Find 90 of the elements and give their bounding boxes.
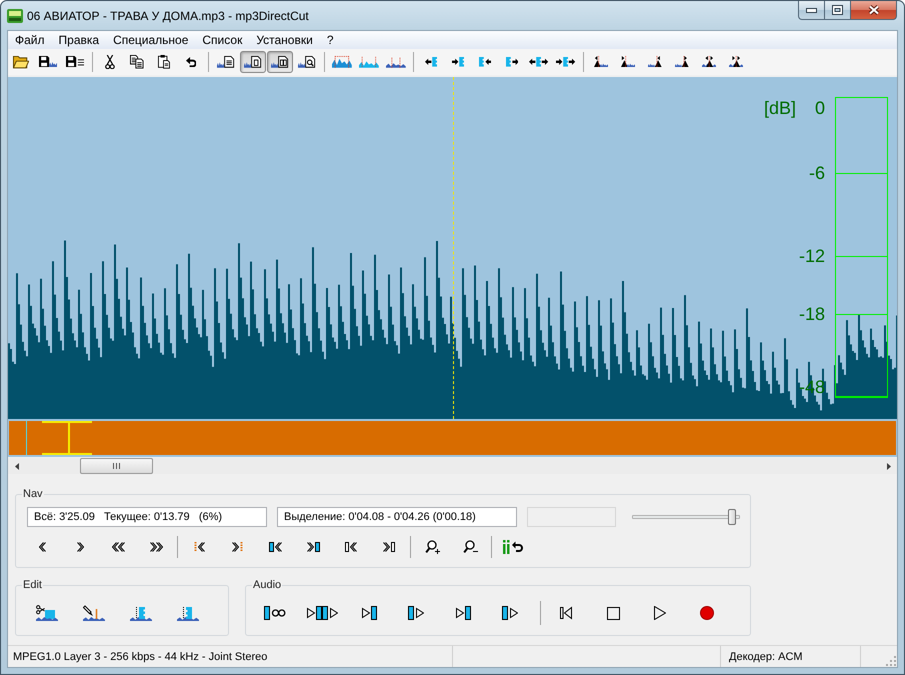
- wave-document-icon[interactable]: [244, 56, 262, 68]
- bar-play-icon[interactable]: [502, 606, 518, 620]
- slider-thumb[interactable]: [728, 509, 736, 525]
- menu-item[interactable]: Установки: [249, 31, 320, 49]
- scrollbar-thumb[interactable]: [80, 458, 153, 474]
- mountain-marker-icon[interactable]: [674, 56, 690, 68]
- bar-arrow-icon[interactable]: [506, 57, 518, 67]
- selection-display: Выделение: 0'04.08 - 0'04.26 (0'00.18): [277, 507, 517, 527]
- chevron-bracket-right-icon[interactable]: [383, 542, 395, 552]
- chevron-marker-right-icon[interactable]: [232, 542, 242, 552]
- double-chevron-right-icon[interactable]: [150, 542, 162, 552]
- mountain-marker-icon[interactable]: [594, 56, 608, 68]
- marker-chevron-left-icon[interactable]: [194, 542, 204, 552]
- wave-document-button[interactable]: [240, 51, 266, 73]
- arrow-bar-icon[interactable]: [452, 57, 464, 67]
- chevron-left-icon[interactable]: [38, 542, 46, 552]
- pencil-wave-icon[interactable]: [83, 605, 105, 621]
- zoom-out-icon[interactable]: [462, 540, 478, 554]
- horizontal-scrollbar[interactable]: [8, 458, 897, 474]
- menu-item[interactable]: Файл: [8, 31, 52, 49]
- mountain-marker-icon[interactable]: [728, 56, 744, 68]
- bar-wave-icon[interactable]: [130, 605, 152, 621]
- nav-panel-title: Nav: [22, 487, 44, 501]
- maximize-icon[interactable]: [832, 5, 843, 15]
- double-chevron-left-icon[interactable]: [112, 542, 124, 552]
- zoom-slider-track[interactable]: [632, 509, 740, 525]
- bars-undo-icon[interactable]: [503, 540, 523, 554]
- menu-item[interactable]: Специальное: [106, 31, 196, 49]
- wave-document-button[interactable]: [267, 51, 293, 73]
- play-bar-icon[interactable]: [456, 606, 470, 620]
- scroll-left-icon[interactable]: [14, 462, 18, 470]
- selection-marker: [26, 421, 27, 455]
- scroll-right-icon[interactable]: [886, 462, 890, 470]
- status-format-text: MPEG1.0 Layer 3 - 256 kbps - 44 kHz - Joint Stereo: [13, 650, 268, 662]
- copy-icon[interactable]: [130, 55, 144, 69]
- mountain-marker-icon[interactable]: [702, 56, 716, 68]
- menu-item[interactable]: Правка: [52, 31, 106, 49]
- play-icon[interactable]: [654, 606, 666, 620]
- minimize-button[interactable]: [798, 1, 824, 20]
- window-title: 06 АВИАТОР - ТРАВА У ДОМА.mp3 - mp3DirectCut: [27, 9, 309, 23]
- chevron-right-icon[interactable]: [76, 542, 84, 552]
- close-button[interactable]: [851, 1, 897, 20]
- floppy-list-icon[interactable]: [66, 56, 84, 68]
- mountain-marker-icon[interactable]: [620, 56, 636, 68]
- bar-loop-icon[interactable]: [264, 606, 286, 620]
- menu-item[interactable]: ?: [320, 31, 340, 49]
- floppy-wave-icon[interactable]: [38, 56, 58, 68]
- waveform-markers-icon[interactable]: [332, 56, 352, 68]
- meter-unit-label: [dB]: [764, 98, 796, 118]
- edit-panel-title: Edit: [22, 578, 43, 592]
- wave-document-search-icon[interactable]: [298, 56, 316, 68]
- bar-arrow-icon[interactable]: [478, 57, 492, 67]
- meter-scale-label: -18: [798, 304, 825, 324]
- menu-item[interactable]: Список: [195, 31, 250, 49]
- close-icon[interactable]: [866, 4, 880, 16]
- minimize-icon[interactable]: [806, 8, 817, 12]
- stop-icon[interactable]: [606, 606, 620, 620]
- meter-scale-label: -6: [808, 163, 825, 183]
- wave-document-icon[interactable]: [271, 56, 289, 68]
- mountain-marker-icon[interactable]: [648, 56, 662, 68]
- bar-play-icon[interactable]: [408, 606, 424, 620]
- scissors-wave-icon[interactable]: [36, 605, 58, 621]
- paste-icon[interactable]: [158, 55, 170, 69]
- arrows-bar-icon[interactable]: [556, 57, 576, 67]
- play-bar-play-icon[interactable]: [306, 606, 338, 620]
- status-decoder-text: Декодер: ACM: [729, 650, 803, 662]
- folder-icon[interactable]: [12, 55, 30, 69]
- record-icon[interactable]: [700, 606, 714, 620]
- position-display: Всё: 3'25.09 Текущее: 0'13.79 (6%): [27, 507, 267, 527]
- bar-wave-icon[interactable]: [177, 605, 199, 621]
- resize-grip-icon[interactable]: [886, 656, 896, 666]
- waveform-markers-icon[interactable]: [359, 56, 379, 68]
- maximize-button[interactable]: [824, 1, 851, 20]
- arrows-bar-icon[interactable]: [529, 57, 549, 67]
- waveform-markers-icon[interactable]: [386, 56, 406, 68]
- chevron-bar-right-icon[interactable]: [306, 542, 320, 552]
- position-marker: [68, 421, 70, 455]
- wave-document-icon[interactable]: [217, 56, 235, 68]
- app-icon: [7, 8, 23, 24]
- meter-scale-label: -12: [798, 246, 825, 266]
- audio-panel-title: Audio: [252, 578, 282, 592]
- undo-icon[interactable]: [186, 56, 196, 68]
- zoom-in-icon[interactable]: [424, 540, 440, 554]
- bar-chevron-left-icon[interactable]: [268, 542, 282, 552]
- meter-scale-label: 0: [814, 98, 825, 118]
- skip-back-icon[interactable]: [560, 606, 572, 620]
- arrow-bar-icon[interactable]: [425, 57, 437, 67]
- bracket-chevron-left-icon[interactable]: [345, 542, 357, 552]
- play-bar-icon[interactable]: [362, 606, 376, 620]
- scissors-icon[interactable]: [105, 54, 115, 70]
